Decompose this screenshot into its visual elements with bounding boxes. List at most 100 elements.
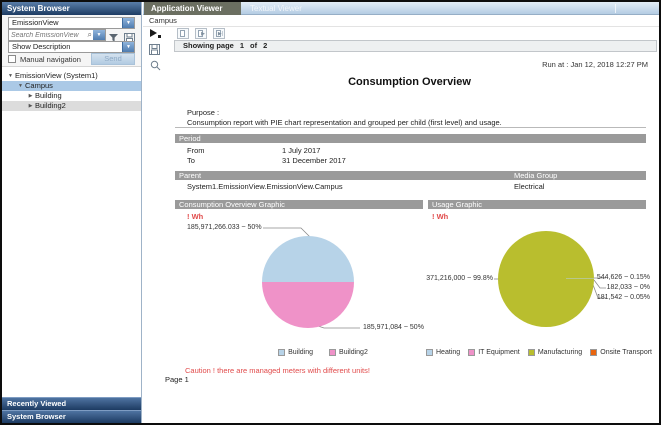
legend-label: Onsite Transport (600, 349, 652, 356)
media-group-value: Electrical (514, 182, 544, 191)
export-page-icon[interactable] (177, 28, 189, 39)
tree-collapsed-icon[interactable]: ▶ (26, 101, 35, 111)
description-selector-dropdown[interactable]: Show Description ▼ (8, 41, 135, 53)
description-selector-value: Show Description (12, 42, 70, 51)
parent-value: System1.EmissionView.EmissionView.Campus (187, 182, 343, 191)
manual-navigation-label: Manual navigation (20, 55, 81, 64)
paging-status: Showing page 1 of 2 (174, 40, 657, 52)
tree-item-building2[interactable]: ▶Building2 (2, 101, 141, 111)
view-selector-value: EmissionView (12, 18, 59, 27)
tree-item-emissionview-system1-[interactable]: ▼EmissionView (System1) (2, 71, 141, 81)
paging-total: 2 (263, 41, 267, 50)
last-page-icon[interactable]: ▶| (213, 28, 225, 39)
chevron-down-icon[interactable]: ▼ (122, 18, 134, 28)
system-browser-bar[interactable]: System Browser (2, 410, 141, 423)
purpose-text: Consumption report with PIE chart repres… (187, 118, 642, 127)
system-browser-title: System Browser (2, 2, 141, 15)
legend-swatch (278, 349, 285, 356)
period-to-value: 31 December 2017 (282, 156, 346, 165)
tab-application-viewer[interactable]: Application Viewer (144, 2, 241, 15)
legend-item-heating: Heating (426, 349, 460, 356)
tree-item-label: Campus (25, 81, 53, 90)
system-browser-panel: System Browser EmissionView ▼ ⌕ ▼ (2, 2, 142, 423)
parent-section-header: Parent Media Group (175, 171, 646, 180)
pie-label-manufacturing: 371,216,000 ~ 99.8% (413, 275, 493, 282)
search-icon: ⌕ (88, 30, 92, 40)
consumption-graphic-header: Consumption Overview Graphic (175, 200, 423, 209)
view-selector-dropdown[interactable]: EmissionView ▼ (8, 17, 135, 29)
tree-item-label: EmissionView (System1) (15, 71, 98, 80)
legend-item-building2: Building2 (329, 349, 368, 356)
run-at-timestamp: Run at : Jan 12, 2018 12:27 PM (542, 60, 648, 69)
search-input[interactable] (11, 31, 89, 40)
tab-bar-divider (615, 4, 616, 13)
pie-label-building: 185,971,266.033 ~ 50% (187, 224, 262, 231)
usage-pie-chart (498, 231, 594, 327)
legend-item-manufacturing: Manufacturing (528, 349, 582, 356)
navigation-tree: ▼EmissionView (System1)▼Campus▶Building▶… (2, 68, 141, 397)
save-filter-icon[interactable] (124, 30, 135, 40)
page-number-label: Page 1 (165, 375, 189, 384)
report-title: Consumption Overview (163, 76, 656, 88)
legend-label: Manufacturing (538, 349, 582, 356)
parent-header-label: Parent (179, 171, 201, 180)
pie-label-onsite-transport: 181,542 ~ 0.05% (597, 294, 650, 301)
manual-navigation-checkbox[interactable] (8, 55, 16, 63)
paging-of: of (250, 41, 257, 50)
consumption-legend: Building Building2 (223, 349, 423, 356)
search-chevron-down-icon[interactable]: ▼ (93, 30, 105, 40)
consumption-pie-chart (262, 236, 354, 328)
tree-expanded-icon[interactable]: ▼ (6, 71, 15, 81)
purpose-label: Purpose : (187, 108, 219, 117)
viewer-tab-bar: Application Viewer Textual Viewer (143, 2, 659, 15)
report-page: Run at : Jan 12, 2018 12:27 PM Consumpti… (163, 52, 656, 421)
recently-viewed-bar[interactable]: Recently Viewed (2, 397, 141, 410)
pie-label-it-equipment: 182,033 ~ 0% (607, 284, 650, 291)
legend-swatch (590, 349, 597, 356)
zoom-icon[interactable] (150, 58, 161, 76)
caution-message: Caution ! there are managed meters with … (185, 366, 370, 375)
legend-swatch (329, 349, 336, 356)
usage-unit-warning: ! Wh (432, 212, 448, 221)
legend-item-it-equipment: IT Equipment (468, 349, 520, 356)
panel-divider (2, 66, 141, 67)
separator-line (175, 127, 646, 128)
system-browser-controls: EmissionView ▼ ⌕ ▼ Show Description ▼ (2, 15, 141, 66)
tree-expanded-icon[interactable]: ▼ (16, 81, 25, 91)
tree-collapsed-icon[interactable]: ▶ (26, 91, 35, 101)
legend-label: IT Equipment (478, 349, 520, 356)
tree-item-label: Building2 (35, 101, 66, 110)
period-from-label: From (187, 146, 205, 155)
legend-item-building: Building (278, 349, 313, 356)
filter-icon[interactable] (108, 30, 119, 40)
legend-swatch (426, 349, 433, 356)
legend-label: Building (288, 349, 313, 356)
breadcrumb: Campus (143, 15, 659, 27)
send-button[interactable]: Send (91, 53, 135, 65)
legend-item-onsite-transport: Onsite Transport (590, 349, 652, 356)
consumption-unit-warning: ! Wh (187, 212, 203, 221)
paging-label: Showing page (183, 41, 234, 50)
tree-item-building[interactable]: ▶Building (2, 91, 141, 101)
legend-swatch (528, 349, 535, 356)
search-input-wrapper: ⌕ ▼ (8, 29, 106, 41)
paging-current: 1 (240, 41, 244, 50)
period-from-value: 1 July 2017 (282, 146, 320, 155)
application-window: System Browser EmissionView ▼ ⌕ ▼ (0, 0, 661, 425)
period-section-header: Period (175, 134, 646, 143)
tab-textual-viewer[interactable]: Textual Viewer (243, 2, 331, 15)
legend-swatch (468, 349, 475, 356)
report-toolbar: ▶ ▶| (143, 27, 659, 40)
media-group-header-label: Media Group (514, 171, 557, 180)
period-to-label: To (187, 156, 195, 165)
tree-item-label: Building (35, 91, 62, 100)
tree-item-campus[interactable]: ▼Campus (2, 81, 141, 91)
legend-label: Building2 (339, 349, 368, 356)
next-page-icon[interactable]: ▶ (195, 28, 207, 39)
chevron-down-icon[interactable]: ▼ (122, 42, 134, 52)
usage-graphic-header: Usage Graphic (428, 200, 646, 209)
viewer-pane: Application Viewer Textual Viewer Campus… (143, 2, 659, 423)
legend-label: Heating (436, 349, 460, 356)
usage-legend: Heating IT Equipment Manufacturing Onsite T… (426, 349, 652, 356)
pie-label-heating: 544,626 ~ 0.15% (597, 274, 650, 281)
